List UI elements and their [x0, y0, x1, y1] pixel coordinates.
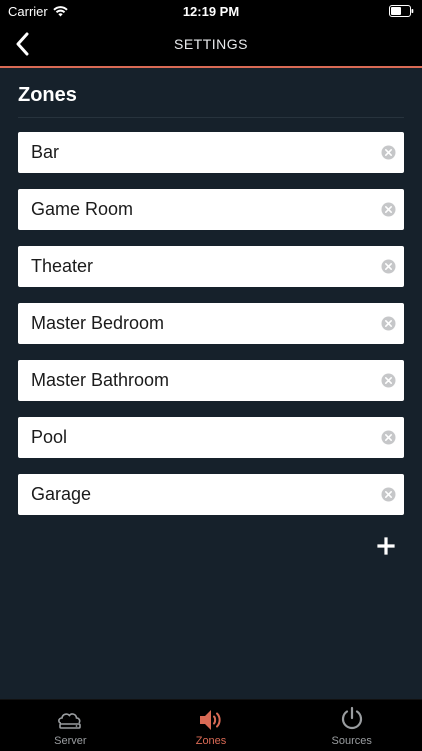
clear-circle-icon[interactable]	[381, 373, 396, 388]
zone-name-field[interactable]: Game Room	[31, 189, 133, 230]
battery-icon	[389, 5, 414, 17]
tab-sources[interactable]: Sources	[281, 700, 422, 751]
zone-row: Theater	[18, 246, 404, 287]
clear-circle-icon[interactable]	[381, 316, 396, 331]
plus-icon	[377, 537, 395, 555]
server-icon	[58, 713, 82, 729]
clear-circle-icon[interactable]	[381, 487, 396, 502]
tab-server[interactable]: Server	[0, 700, 141, 751]
power-icon	[341, 706, 362, 730]
add-zone-button[interactable]	[376, 536, 396, 556]
clear-circle-icon[interactable]	[381, 145, 396, 160]
zone-name-field[interactable]: Theater	[31, 246, 93, 287]
clear-circle-icon[interactable]	[381, 202, 396, 217]
zone-row: Pool	[18, 417, 404, 458]
zone-row: Garage	[18, 474, 404, 515]
navigation-bar: SETTINGS	[0, 22, 422, 68]
zone-name-field[interactable]: Pool	[31, 417, 67, 458]
battery-indicator	[389, 5, 414, 20]
zone-name-field[interactable]: Garage	[31, 474, 91, 515]
section-title: Zones	[18, 68, 404, 118]
zone-name-field[interactable]: Master Bedroom	[31, 303, 164, 344]
tab-label: Server	[54, 735, 87, 747]
zones-section: Zones Bar Game Room Theater Master Bedro…	[18, 68, 404, 531]
tab-zones[interactable]: Zones	[141, 700, 282, 751]
zone-row: Master Bedroom	[18, 303, 404, 344]
tab-bar: Server Zones Sources	[0, 699, 422, 751]
zone-row: Master Bathroom	[18, 360, 404, 401]
zone-name-field[interactable]: Master Bathroom	[31, 360, 169, 401]
clear-circle-icon[interactable]	[381, 430, 396, 445]
speaker-icon	[200, 710, 221, 730]
clear-circle-icon[interactable]	[381, 259, 396, 274]
zone-list: Bar Game Room Theater Master Bedroom Mas…	[18, 132, 404, 515]
zone-row: Bar	[18, 132, 404, 173]
status-bar: Carrier 12:19 PM	[0, 0, 422, 22]
zone-row: Game Room	[18, 189, 404, 230]
page-title: SETTINGS	[173, 36, 248, 52]
tab-label: Zones	[195, 735, 227, 747]
zone-name-field[interactable]: Bar	[31, 132, 59, 173]
status-time: 12:19 PM	[182, 4, 240, 19]
tab-label: Sources	[331, 735, 372, 747]
